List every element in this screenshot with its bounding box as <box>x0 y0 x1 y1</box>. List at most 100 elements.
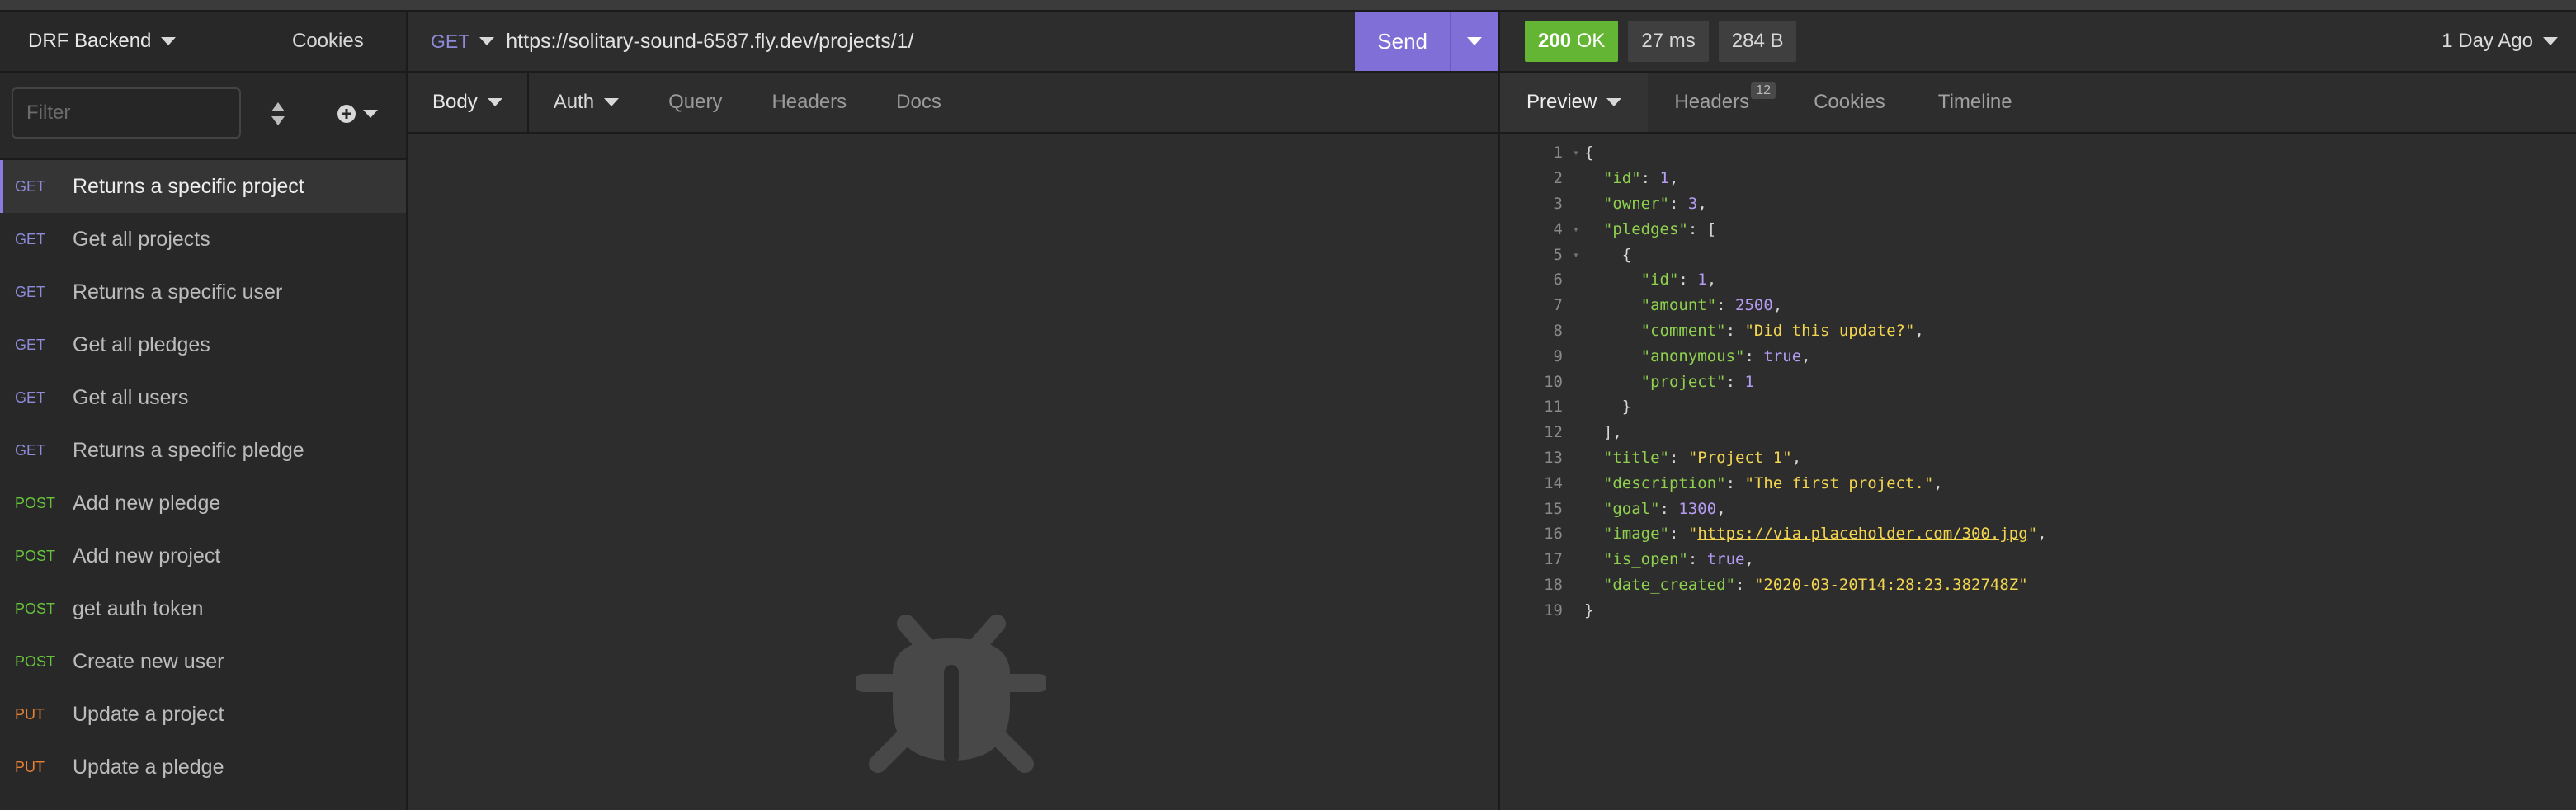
tab-body[interactable]: Body <box>408 73 527 132</box>
request-item[interactable]: GET Get all users <box>0 371 406 424</box>
code-token: "goal" <box>1602 499 1660 518</box>
code-line: 19} <box>1500 597 2576 623</box>
request-name: Returns a specific pledge <box>73 438 304 462</box>
request-name: Get all users <box>73 385 189 409</box>
line-number: 14 <box>1544 473 1563 492</box>
line-number: 18 <box>1544 575 1563 594</box>
response-tabs: Preview Headers 12 Cookies Timeline <box>1500 73 2576 134</box>
request-item[interactable]: POST Add new pledge <box>0 477 406 530</box>
code-content: "anonymous": true, <box>1584 347 1811 365</box>
sidebar-header: DRF Backend Cookies <box>0 12 406 73</box>
request-method: PUT <box>15 758 45 775</box>
code-content: "goal": 1300, <box>1584 500 1726 518</box>
tab-response-headers[interactable]: Headers 12 <box>1648 73 1787 132</box>
tab-docs[interactable]: Docs <box>871 73 966 132</box>
fold-arrow-icon[interactable]: ▾ <box>1568 224 1584 235</box>
fold-arrow-icon[interactable]: ▾ <box>1568 249 1584 261</box>
filter-input[interactable] <box>12 87 241 139</box>
request-method: GET <box>15 336 46 353</box>
request-item[interactable]: GET Get all projects <box>0 213 406 266</box>
tab-preview[interactable]: Preview <box>1500 73 1649 132</box>
sort-icon[interactable] <box>271 101 285 127</box>
code-line: 5 ▾ { <box>1500 242 2576 267</box>
code-token: , <box>1669 169 1679 188</box>
line-number: 12 <box>1544 423 1563 442</box>
line-number: 19 <box>1544 600 1563 619</box>
code-token: , <box>2037 525 2047 544</box>
tab-response-cookies[interactable]: Cookies <box>1787 73 1912 132</box>
code-content: } <box>1584 398 1631 416</box>
add-request-button[interactable] <box>337 104 378 124</box>
code-token: : <box>1725 321 1745 340</box>
url-bar: GET https://solitary-sound-6587.fly.dev/… <box>408 12 1498 73</box>
request-pane: GET https://solitary-sound-6587.fly.dev/… <box>408 12 1500 810</box>
tab-response-headers-label: Headers <box>1674 91 1750 113</box>
chevron-down-icon <box>1606 98 1622 106</box>
code-token: 1300 <box>1678 499 1717 518</box>
tab-auth[interactable]: Auth <box>529 73 644 132</box>
code-content: "is_open": true, <box>1584 550 1754 568</box>
method-dropdown[interactable]: GET <box>431 31 495 53</box>
code-token: } <box>1584 600 1594 619</box>
code-token: true <box>1706 550 1745 569</box>
line-number: 3 <box>1553 194 1563 213</box>
code-content: "image": "https://via.placeholder.com/30… <box>1584 525 2047 543</box>
tab-auth-label: Auth <box>553 91 595 113</box>
send-button[interactable]: Send <box>1355 29 1450 54</box>
response-size: 284 B <box>1718 21 1797 62</box>
line-number: 10 <box>1544 372 1563 391</box>
code-token: , <box>1914 321 1924 340</box>
tab-headers[interactable]: Headers <box>747 73 871 132</box>
request-item[interactable]: POST Add new project <box>0 530 406 582</box>
tab-timeline[interactable]: Timeline <box>1912 73 2039 132</box>
tab-query[interactable]: Query <box>644 73 747 132</box>
history-dropdown[interactable]: 1 Day Ago <box>2442 12 2558 71</box>
code-token: "anonymous" <box>1640 346 1745 365</box>
url-input[interactable]: https://solitary-sound-6587.fly.dev/proj… <box>506 30 913 54</box>
request-item[interactable]: GET Get all pledges <box>0 318 406 371</box>
code-token: "image" <box>1602 525 1669 544</box>
code-line: 18 "date_created": "2020-03-20T14:28:23.… <box>1500 572 2576 598</box>
cookies-button[interactable]: Cookies <box>292 30 364 53</box>
sidebar: DRF Backend Cookies GET Returns a specifi… <box>0 12 408 810</box>
code-token: "amount" <box>1640 296 1717 315</box>
request-method: GET <box>15 441 46 459</box>
request-item[interactable]: GET Returns a specific project <box>0 160 406 213</box>
request-method: GET <box>15 177 46 195</box>
code-line: 15 "goal": 1300, <box>1500 496 2576 521</box>
request-name: Returns a specific project <box>73 174 304 198</box>
code-token: : <box>1668 525 1688 544</box>
code-token: : <box>1744 346 1764 365</box>
workspace-dropdown[interactable]: DRF Backend <box>0 30 234 53</box>
request-item[interactable]: GET Returns a specific pledge <box>0 424 406 477</box>
request-item[interactable]: POST Create new user <box>0 635 406 688</box>
code-token: , <box>1772 296 1783 315</box>
chevron-down-icon <box>479 37 495 45</box>
tab-preview-label: Preview <box>1526 91 1597 113</box>
code-line: 14 "description": "The first project.", <box>1500 470 2576 496</box>
code-token: { <box>1584 245 1632 264</box>
response-pane: 200 OK 27 ms 284 B 1 Day Ago Preview Hea… <box>1500 12 2576 810</box>
code-content: "pledges": [ <box>1584 220 1716 238</box>
request-item[interactable]: PUT Update a project <box>0 688 406 741</box>
request-name: Add new pledge <box>73 491 221 515</box>
line-number: 17 <box>1544 550 1563 569</box>
code-line: 17 "is_open": true, <box>1500 547 2576 572</box>
code-token: 1 <box>1697 271 1707 290</box>
code-token: : <box>1735 575 1754 594</box>
request-item[interactable]: PUT Update a pledge <box>0 741 406 794</box>
code-token: : <box>1725 473 1745 492</box>
request-item[interactable]: GET Returns a specific user <box>0 266 406 318</box>
send-options-button[interactable] <box>1450 12 1498 71</box>
code-token: 2500 <box>1735 296 1773 315</box>
image-url-link[interactable]: https://via.placeholder.com/300.jpg <box>1697 525 2027 543</box>
code-token: : <box>1678 271 1698 290</box>
request-item[interactable]: POST get auth token <box>0 582 406 635</box>
fold-arrow-icon[interactable]: ▾ <box>1568 147 1584 158</box>
line-number: 7 <box>1553 296 1563 315</box>
response-age: 1 Day Ago <box>2442 30 2533 52</box>
